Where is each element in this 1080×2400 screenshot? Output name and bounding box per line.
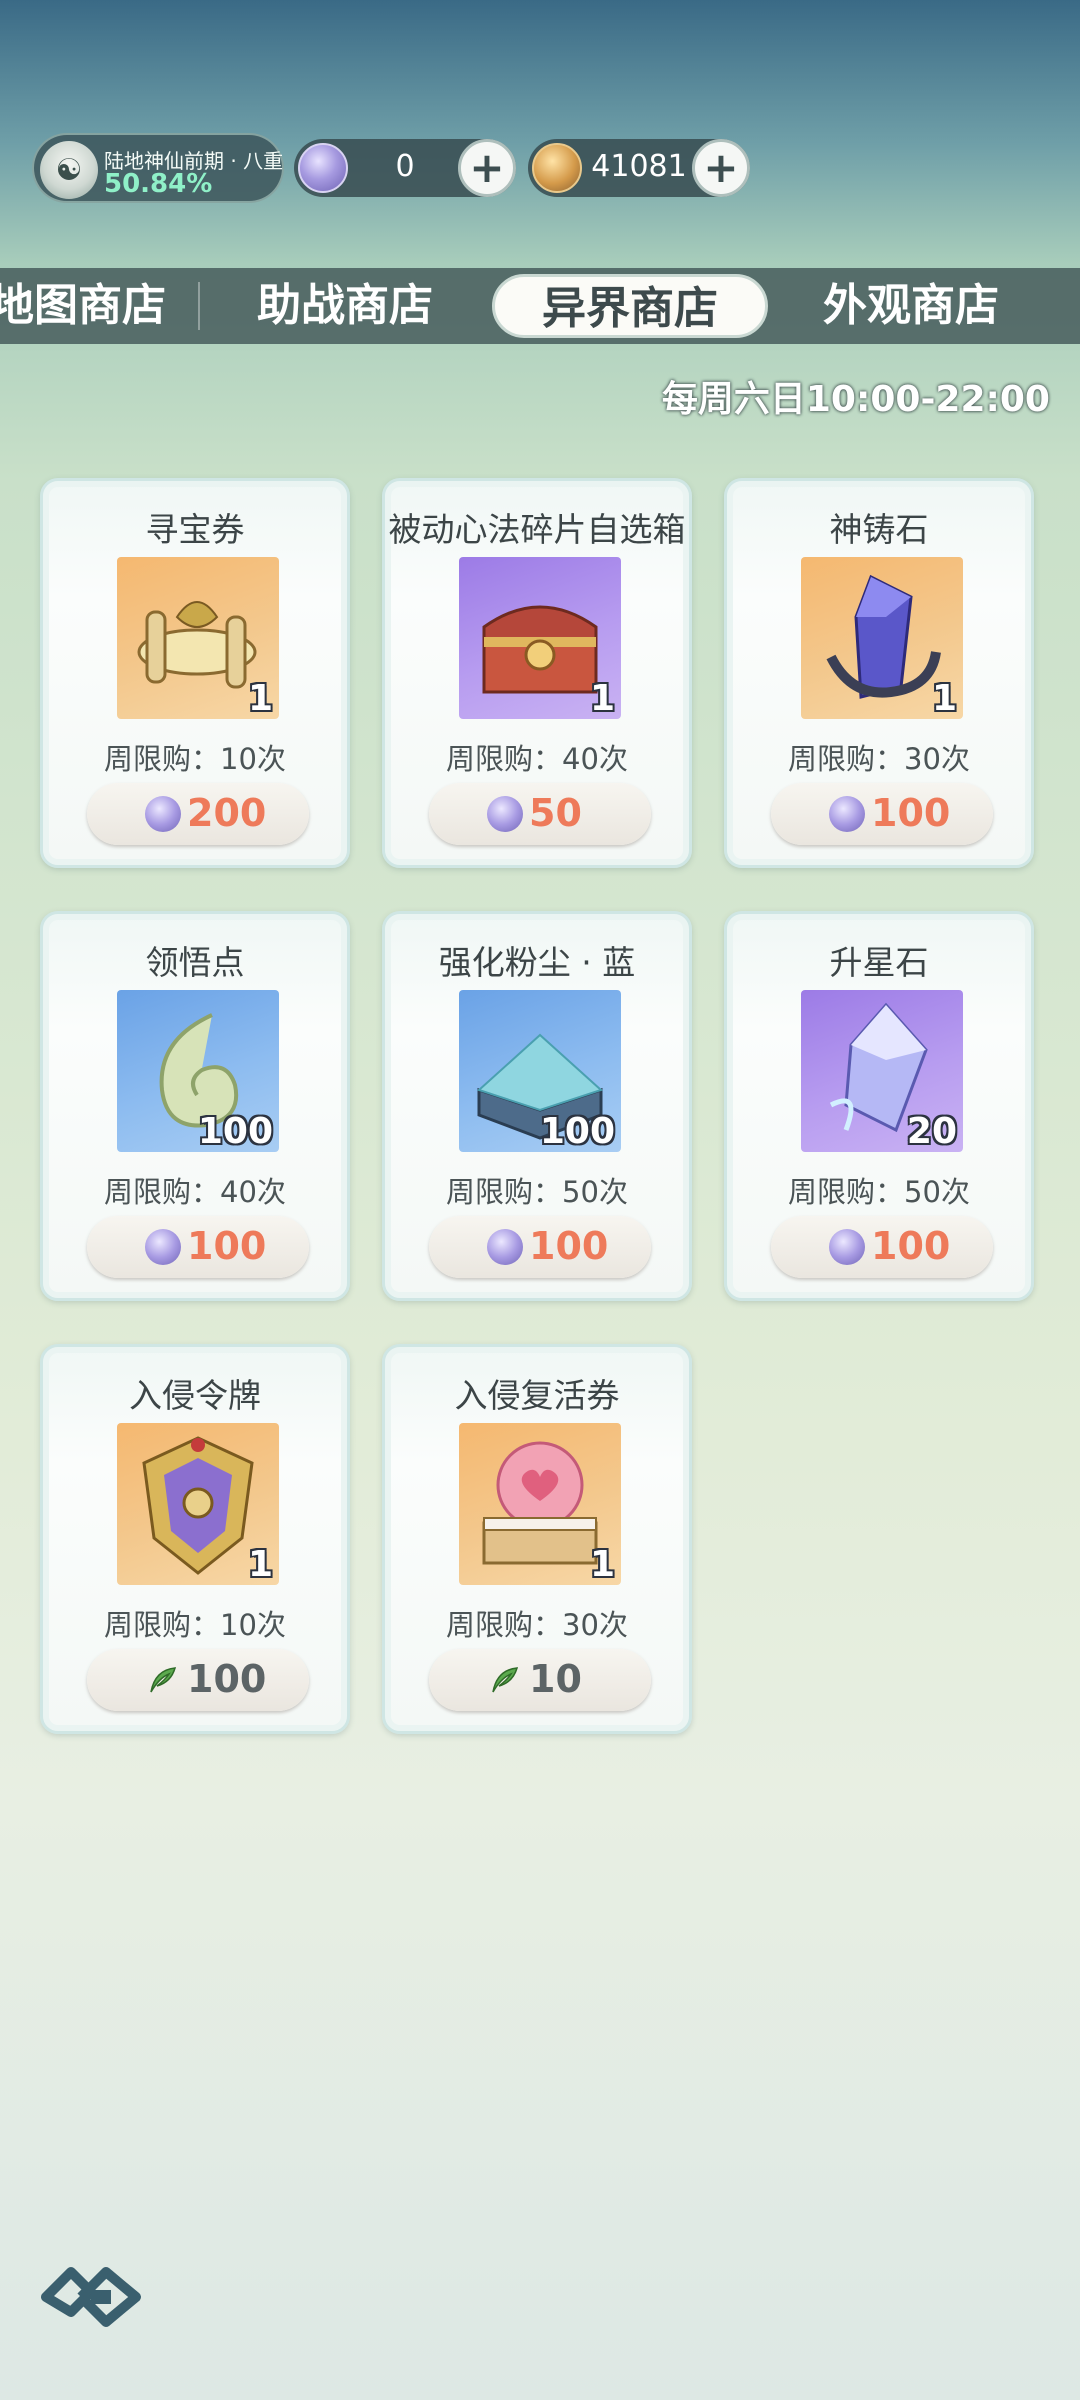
weekly-limit: 周限购：30次 <box>788 742 970 776</box>
shop-item-card[interactable]: 升星石 20 周限购：50次 100 <box>724 911 1034 1301</box>
realm-progress: 50.84% <box>104 169 213 199</box>
realm-badge[interactable]: ☯ 陆地神仙前期 · 八重 50.84% <box>32 133 284 203</box>
buy-button[interactable]: 100 <box>87 1216 309 1278</box>
item-quantity: 1 <box>931 678 957 719</box>
shop-item-card[interactable]: 入侵复活券 1 周限购：30次 10 <box>382 1344 692 1734</box>
tab-map-shop[interactable]: 地图商店 <box>0 268 166 344</box>
weekly-limit: 周限购：40次 <box>104 1175 286 1209</box>
buy-button[interactable]: 200 <box>87 783 309 845</box>
item-name: 神铸石 <box>829 510 929 549</box>
tab-otherworld-shop[interactable]: 异界商店 <box>492 274 768 338</box>
jade-swirl-icon: 100 <box>117 990 279 1152</box>
tab-assist-shop[interactable]: 助战商店 <box>257 268 433 344</box>
price-value: 100 <box>871 1224 951 1268</box>
price-value: 100 <box>187 1657 267 1701</box>
item-name: 强化粉尘 · 蓝 <box>438 943 636 982</box>
treasure-chest-icon: 1 <box>459 557 621 719</box>
buy-button[interactable]: 100 <box>87 1649 309 1711</box>
crystal-coin-icon <box>829 796 865 832</box>
item-quantity: 1 <box>589 1544 615 1585</box>
item-quantity: 100 <box>197 1111 273 1152</box>
item-name: 领悟点 <box>145 943 245 982</box>
cultivator-avatar-icon: ☯ <box>40 141 98 199</box>
star-crystal-icon: 20 <box>801 990 963 1152</box>
leaf-currency-value: 41081 <box>591 149 687 184</box>
dust-box-icon: 100 <box>459 990 621 1152</box>
crystal-coin-icon <box>145 1229 181 1265</box>
crystal-coin-icon <box>298 143 348 193</box>
status-bar: ☯ 陆地神仙前期 · 八重 50.84% 0 + 41081 + <box>32 133 1048 207</box>
shop-schedule: 每周六日10:00-22:00 <box>661 379 1050 420</box>
leaf-coin-icon <box>532 143 582 193</box>
item-name: 升星石 <box>829 943 929 982</box>
tab-divider <box>198 282 200 330</box>
buy-button[interactable]: 100 <box>771 783 993 845</box>
buy-button[interactable]: 100 <box>771 1216 993 1278</box>
price-value: 100 <box>529 1224 609 1268</box>
price-value: 200 <box>187 791 267 835</box>
tab-appearance-shop[interactable]: 外观商店 <box>823 268 999 344</box>
weekly-limit: 周限购：10次 <box>104 742 286 776</box>
buy-button[interactable]: 100 <box>429 1216 651 1278</box>
item-quantity: 1 <box>247 678 273 719</box>
menu-logo-icon[interactable] <box>36 2252 146 2342</box>
weekly-limit: 周限购：40次 <box>446 742 628 776</box>
shop-item-card[interactable]: 寻宝券 1 周限购：10次 200 <box>40 478 350 868</box>
add-crystal-button[interactable]: + <box>458 139 516 197</box>
invasion-token-icon: 1 <box>117 1423 279 1585</box>
crystal-coin-icon <box>487 1229 523 1265</box>
treasure-scroll-icon: 1 <box>117 557 279 719</box>
buy-button[interactable]: 10 <box>429 1649 651 1711</box>
crystal-currency-value: 0 <box>395 149 415 184</box>
weekly-limit: 周限购：30次 <box>446 1608 628 1642</box>
item-quantity: 20 <box>906 1111 957 1152</box>
item-quantity: 1 <box>247 1544 273 1585</box>
price-value: 100 <box>187 1224 267 1268</box>
leaf-coin-icon <box>145 1662 181 1698</box>
price-value: 100 <box>871 791 951 835</box>
item-quantity: 100 <box>539 1111 615 1152</box>
item-name: 入侵复活券 <box>454 1376 620 1415</box>
item-quantity: 1 <box>589 678 615 719</box>
item-name: 寻宝券 <box>145 510 245 549</box>
crystal-coin-icon <box>145 796 181 832</box>
shop-item-card[interactable]: 被动心法碎片自选箱 1 周限购：40次 50 <box>382 478 692 868</box>
leaf-currency: 41081 + <box>528 139 750 197</box>
leaf-coin-icon <box>487 1662 523 1698</box>
item-name: 入侵令牌 <box>129 1376 261 1415</box>
crystal-currency: 0 + <box>294 139 516 197</box>
weekly-limit: 周限购：10次 <box>104 1608 286 1642</box>
price-value: 10 <box>529 1657 582 1701</box>
shop-item-card[interactable]: 领悟点 100 周限购：40次 100 <box>40 911 350 1301</box>
add-leaf-button[interactable]: + <box>692 139 750 197</box>
shop-tabs: 地图商店 助战商店 异界商店 外观商店 <box>0 268 1080 344</box>
forge-crystal-icon: 1 <box>801 557 963 719</box>
shop-item-card[interactable]: 入侵令牌 1 周限购：10次 100 <box>40 1344 350 1734</box>
crystal-coin-icon <box>829 1229 865 1265</box>
crystal-coin-icon <box>487 796 523 832</box>
price-value: 50 <box>529 791 582 835</box>
weekly-limit: 周限购：50次 <box>788 1175 970 1209</box>
weekly-limit: 周限购：50次 <box>446 1175 628 1209</box>
shop-item-card[interactable]: 强化粉尘 · 蓝 100 周限购：50次 100 <box>382 911 692 1301</box>
shop-item-card[interactable]: 神铸石 1 周限购：30次 100 <box>724 478 1034 868</box>
heart-orb-icon: 1 <box>459 1423 621 1585</box>
buy-button[interactable]: 50 <box>429 783 651 845</box>
item-name: 被动心法碎片自选箱 <box>388 510 686 549</box>
